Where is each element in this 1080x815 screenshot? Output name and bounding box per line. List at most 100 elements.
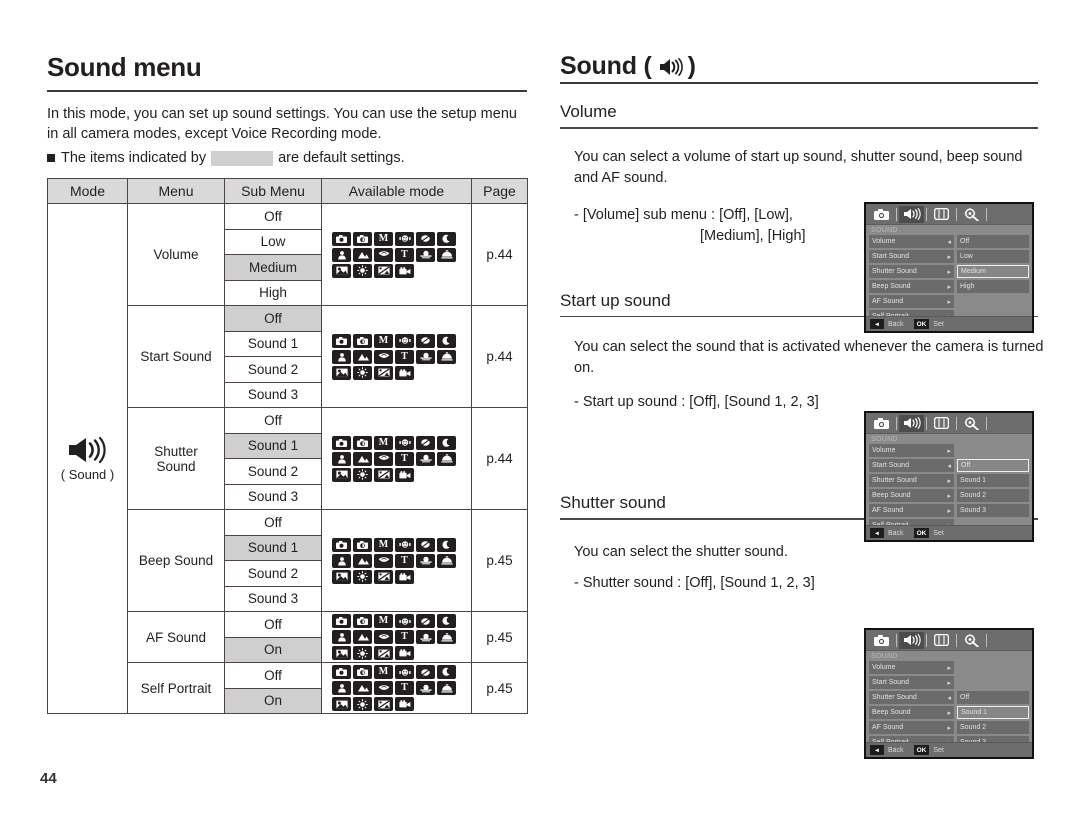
sunset-icon (416, 630, 435, 644)
lcd-arrow-icon: ▸ (947, 298, 951, 306)
lcd-menu-item[interactable]: AF Sound ▸ (869, 504, 954, 517)
lcd-menu-item-label: Beep Sound (872, 283, 911, 290)
night-mode-icon (437, 231, 456, 246)
lcd-tab-divider (896, 633, 897, 647)
auto-icon (353, 333, 372, 348)
lcd-menu-item[interactable]: Volume ◂ (869, 235, 954, 248)
camera-icon (332, 614, 351, 628)
lcd-option[interactable]: Sound 1 (957, 706, 1029, 719)
lcd-menu-item[interactable]: Start Sound ◂ (869, 459, 954, 472)
lcd-display-tab-icon[interactable] (929, 632, 954, 649)
movie-icon (395, 467, 414, 482)
lcd-arrow-icon: ◂ (947, 238, 951, 246)
lcd-option[interactable]: Off (957, 459, 1029, 472)
lcd-option[interactable]: Off (957, 235, 1029, 248)
lcd-ok-key[interactable]: OK (913, 319, 930, 329)
lcd-settings-tab-icon[interactable] (959, 632, 984, 649)
lcd-back-key-icon[interactable]: ◂ (870, 528, 884, 538)
lcd-option[interactable]: Low (957, 250, 1029, 263)
lcd-menu-item[interactable]: AF Sound ▸ (869, 295, 954, 308)
available-mode-icon-grid: MT (332, 333, 461, 380)
mode-cell-label: ( Sound ) (60, 467, 115, 482)
bullet-square-icon (47, 154, 55, 162)
lcd-option[interactable]: Sound 2 (957, 721, 1029, 734)
lcd-option[interactable]: Sound 3 (957, 504, 1029, 517)
lcd-tab-divider (896, 207, 897, 221)
lcd-option-list: Off Low Medium High (957, 235, 1029, 325)
lcd-option-spacer (957, 676, 1029, 689)
lcd-menu-item-label: Start Sound (872, 462, 909, 469)
camera-icon (332, 231, 351, 246)
lcd-menu-item[interactable]: Volume ▸ (869, 444, 954, 457)
movie-icon (395, 263, 414, 278)
left-column: Sound menu In this mode, you can set up … (47, 52, 528, 714)
available-mode-cell: MT (321, 611, 472, 663)
dawn-icon (437, 247, 456, 262)
lcd-menu-item[interactable]: Shutter Sound ◂ (869, 691, 954, 704)
available-mode-cell: MT (321, 407, 472, 510)
manual-m-icon: M (374, 333, 393, 348)
text-icon: T (395, 247, 414, 262)
dawn-icon (437, 630, 456, 644)
lcd-menu-item[interactable]: Volume ▸ (869, 661, 954, 674)
beauty-shot-icon (395, 665, 414, 679)
section-shutter-body: You can select the shutter sound. (574, 543, 788, 560)
night-mode-icon (437, 665, 456, 679)
sunset-icon (416, 247, 435, 262)
beach-snow-icon (374, 365, 393, 380)
available-mode-cell: MT (321, 203, 472, 306)
lcd-ok-key[interactable]: OK (913, 745, 930, 755)
lcd-option-spacer (957, 444, 1029, 457)
lcd-arrow-icon: ▸ (947, 679, 951, 687)
table-header-row: Mode Menu Sub Menu Available mode Page (47, 178, 528, 204)
lcd-menu-item[interactable]: Beep Sound ▸ (869, 706, 954, 719)
lcd-menu-item[interactable]: Beep Sound ▸ (869, 489, 954, 502)
lcd-arrow-icon: ▸ (947, 447, 951, 455)
lcd-option[interactable]: Off (957, 691, 1029, 704)
lcd-ok-key[interactable]: OK (913, 528, 930, 538)
lcd-menu-item[interactable]: Beep Sound ▸ (869, 280, 954, 293)
lcd-display-tab-icon[interactable] (929, 415, 954, 432)
lcd-back-key-icon[interactable]: ◂ (870, 319, 884, 329)
lcd-option[interactable]: Medium (957, 265, 1029, 278)
lcd-camera-tab-icon[interactable] (869, 206, 894, 223)
fireworks-icon (353, 365, 372, 380)
movie-icon (395, 646, 414, 660)
lcd-option[interactable]: High (957, 280, 1029, 293)
lcd-back-label: Back (888, 320, 904, 328)
camera-icon (332, 665, 351, 679)
sunset-icon (416, 553, 435, 568)
lcd-menu-item[interactable]: Start Sound ▸ (869, 676, 954, 689)
lcd-settings-tab-icon[interactable] (959, 206, 984, 223)
lcd-ok-label: Set (933, 320, 944, 328)
submenu-cell: Medium (224, 254, 322, 281)
lcd-camera-tab-icon[interactable] (869, 415, 894, 432)
lcd-option[interactable]: Sound 1 (957, 474, 1029, 487)
lcd-body: Volume ▸ Start Sound ▸ Shutter Sound ◂ Beep So… (866, 661, 1032, 751)
section-heading-sound: Sound ( ) (560, 52, 1038, 81)
lcd-menu-title: SOUND (871, 227, 898, 234)
beach-snow-icon (374, 569, 393, 584)
lcd-tab-divider (896, 416, 897, 430)
lcd-sound-tab-icon[interactable] (899, 205, 924, 223)
lcd-sound-tab-icon[interactable] (899, 631, 924, 649)
page-ref-cell: p.44 (471, 203, 528, 306)
menu-cell: Beep Sound (127, 509, 225, 612)
lcd-menu-item[interactable]: Shutter Sound ▸ (869, 265, 954, 278)
lcd-sound-tab-icon[interactable] (899, 414, 924, 432)
lcd-menu-item[interactable]: AF Sound ▸ (869, 721, 954, 734)
lcd-camera-tab-icon[interactable] (869, 632, 894, 649)
backlight-icon (332, 697, 351, 711)
close-up-icon (374, 349, 393, 364)
available-mode-icon-grid: MT (332, 614, 461, 660)
lcd-menu-item[interactable]: Shutter Sound ▸ (869, 474, 954, 487)
lcd-option[interactable]: Sound 2 (957, 489, 1029, 502)
night-icon (416, 537, 435, 552)
lcd-tab-divider (986, 416, 987, 430)
movie-icon (395, 697, 414, 711)
portrait-icon (332, 247, 351, 262)
lcd-menu-item[interactable]: Start Sound ▸ (869, 250, 954, 263)
lcd-display-tab-icon[interactable] (929, 206, 954, 223)
lcd-back-key-icon[interactable]: ◂ (870, 745, 884, 755)
lcd-settings-tab-icon[interactable] (959, 415, 984, 432)
